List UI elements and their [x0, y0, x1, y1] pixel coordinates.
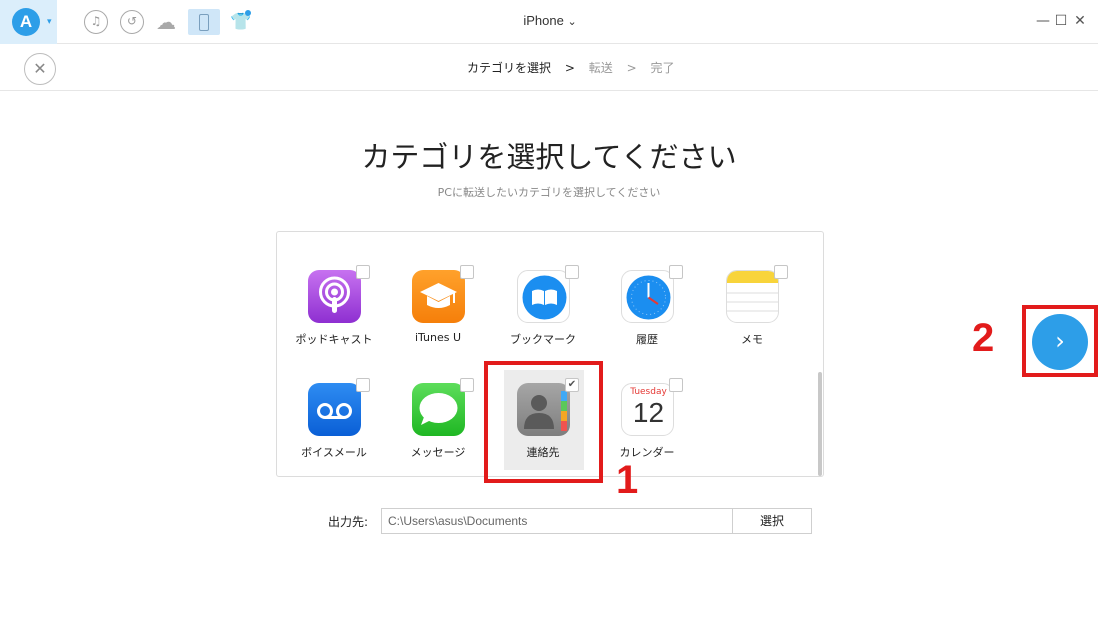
- category-label: ブックマーク: [510, 333, 576, 346]
- annotation-box-1: [484, 361, 603, 483]
- itunes-u-checkbox[interactable]: [460, 265, 474, 279]
- bookmark-checkbox[interactable]: [565, 265, 579, 279]
- calendar-icon: Tuesday 12: [621, 383, 674, 436]
- output-label: 出力先:: [328, 515, 369, 529]
- phone-icon: [199, 14, 209, 31]
- calendar-day-name: Tuesday: [630, 387, 667, 397]
- step-separator: >: [564, 61, 575, 75]
- calendar-checkbox[interactable]: [669, 378, 683, 392]
- category-label: カレンダー: [619, 446, 675, 459]
- page-title: カテゴリを選択してください: [361, 140, 737, 174]
- select-folder-button[interactable]: 選択: [732, 508, 812, 534]
- voicemail-icon: [308, 383, 361, 436]
- messages-checkbox[interactable]: [460, 378, 474, 392]
- annotation-box-2: [1022, 305, 1098, 377]
- scrollbar[interactable]: [818, 372, 822, 476]
- minimize-button[interactable]: —: [1034, 12, 1052, 30]
- history-icon: [621, 270, 674, 323]
- category-label: メッセージ: [410, 446, 466, 459]
- page-subtitle: PCに転送したいカテゴリを選択してください: [437, 186, 661, 199]
- bookmark-icon: [517, 270, 570, 323]
- notes-icon: [726, 270, 779, 323]
- close-icon[interactable]: ✕: [24, 53, 56, 85]
- category-label: ボイスメール: [301, 446, 367, 459]
- category-bookmark[interactable]: ブックマーク: [503, 262, 583, 362]
- messages-icon: [412, 383, 465, 436]
- podcast-icon: [308, 270, 361, 323]
- anytrans-logo-icon: A: [12, 8, 40, 36]
- clipped-row: · · · · · · · · · · · · · · ·: [313, 231, 755, 238]
- category-itunes-u[interactable]: iTunes U: [398, 262, 478, 362]
- voicemail-checkbox[interactable]: [356, 378, 370, 392]
- step-complete: 完了: [650, 61, 675, 75]
- device-name: iPhone: [523, 13, 564, 28]
- backup-icon[interactable]: ↺: [120, 10, 144, 34]
- title-bar: A ▾ ♫ ↺ ☁ 👕 iPhone ⌄ — ☐ ✕: [0, 0, 1098, 44]
- step-bar: ✕ カテゴリを選択 > 転送 > 完了: [0, 44, 1098, 91]
- app-menu[interactable]: A ▾: [0, 0, 57, 44]
- notification-dot: [245, 10, 251, 16]
- close-window-button[interactable]: ✕: [1071, 12, 1089, 30]
- category-label: iTunes U: [414, 331, 462, 344]
- category-label: ポッドキャスト: [295, 333, 373, 346]
- itunes-library-icon[interactable]: ♫: [84, 10, 108, 34]
- step-transfer: 転送: [588, 61, 613, 75]
- device-manager-tab[interactable]: [188, 9, 220, 35]
- notes-checkbox[interactable]: [774, 265, 788, 279]
- calendar-day-number: 12: [632, 397, 665, 428]
- output-path-field[interactable]: C:\Users\asus\Documents: [381, 508, 733, 534]
- maximize-button[interactable]: ☐: [1052, 12, 1070, 30]
- annotation-number-1: 1: [616, 458, 639, 502]
- category-podcast[interactable]: ポッドキャスト: [294, 262, 374, 362]
- itunes-u-icon: [412, 270, 465, 323]
- category-notes[interactable]: メモ: [712, 262, 792, 362]
- chevron-down-icon: ⌄: [567, 16, 577, 28]
- step-select-category: カテゴリを選択: [467, 61, 552, 75]
- podcast-checkbox[interactable]: [356, 265, 370, 279]
- category-label: メモ: [741, 333, 763, 346]
- caret-down-icon: ▾: [47, 17, 52, 27]
- category-messages[interactable]: メッセージ: [398, 375, 478, 475]
- breadcrumb: カテゴリを選択 > 転送 > 完了: [467, 59, 684, 76]
- annotation-number-2: 2: [972, 316, 995, 360]
- step-separator: >: [626, 61, 637, 75]
- icloud-icon[interactable]: ☁: [156, 12, 182, 32]
- history-checkbox[interactable]: [669, 265, 683, 279]
- category-history[interactable]: 履歴: [607, 262, 687, 362]
- category-voicemail[interactable]: ボイスメール: [294, 375, 374, 475]
- device-selector[interactable]: iPhone ⌄: [500, 13, 600, 28]
- category-label: 履歴: [636, 333, 658, 346]
